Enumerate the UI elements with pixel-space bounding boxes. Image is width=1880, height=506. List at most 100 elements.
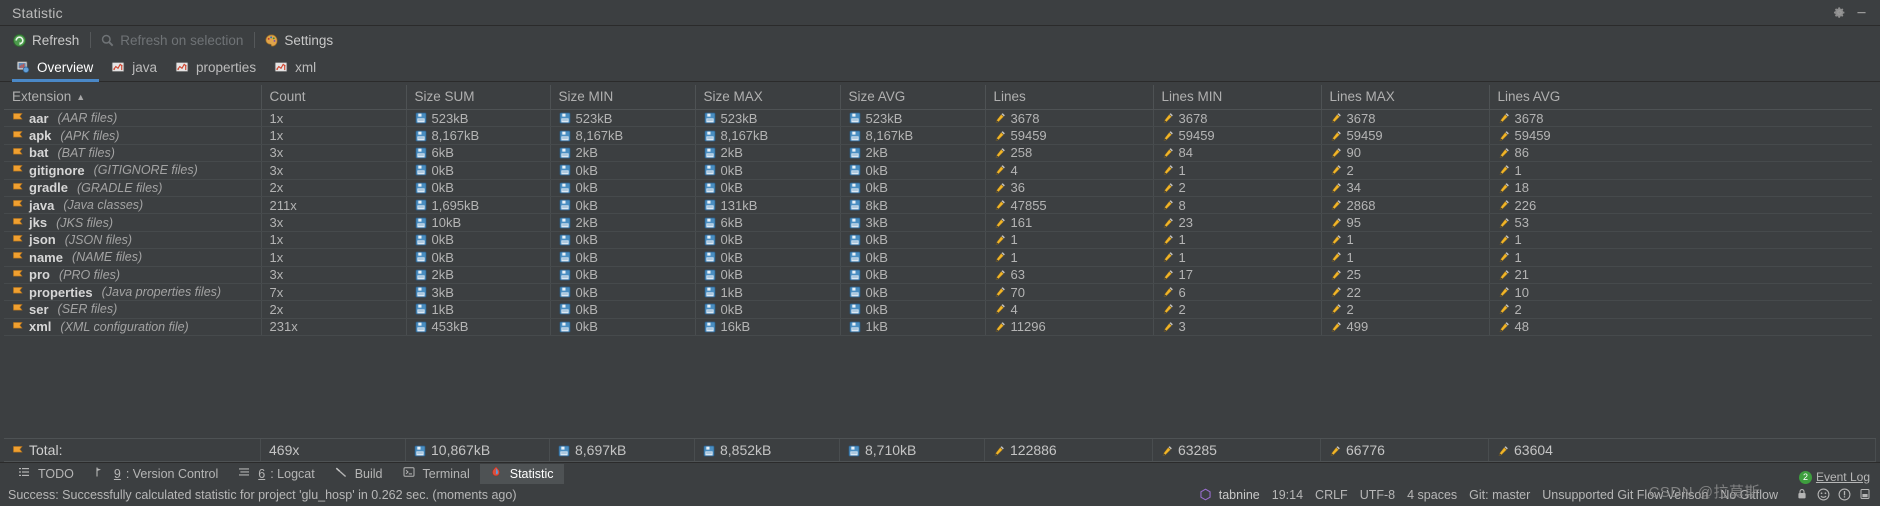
floppy-icon — [559, 147, 571, 159]
table-row[interactable]: ser (SER files) 2x 1kB 0kB 0kB 0kB 4 2 2 2 — [4, 300, 1872, 319]
column-header-lines-avg[interactable]: Lines AVG — [1489, 85, 1872, 110]
bottom-bar-label: : Version Control — [125, 466, 219, 481]
count-value: 3x — [269, 215, 284, 231]
size-min-value: 0kB — [575, 232, 598, 248]
table-row[interactable]: name (NAME files) 1x 0kB 0kB 0kB 0kB 1 1 1 1 — [4, 248, 1872, 267]
lines-min-value: 1 — [1178, 249, 1186, 265]
status-git-branch[interactable]: Git: master — [1469, 488, 1530, 502]
status-indent[interactable]: 4 spaces — [1407, 488, 1457, 502]
table-row[interactable]: bat (BAT files) 3x 6kB 2kB 2kB 2kB 258 84 90 86 — [4, 144, 1872, 163]
cell-lines-max: 3678 — [1321, 109, 1490, 128]
status-gitflow[interactable]: No Gitflow — [1720, 488, 1778, 502]
tabnine-indicator[interactable]: tabnine — [1199, 488, 1260, 503]
pencil-icon — [994, 164, 1006, 176]
gear-icon[interactable] — [1828, 2, 1850, 24]
size-max-value: 1kB — [720, 284, 743, 300]
floppy-icon — [849, 164, 861, 176]
settings-button[interactable]: Settings — [258, 31, 341, 50]
cell-size-avg: 0kB — [840, 283, 986, 302]
column-header-size-avg[interactable]: Size AVG — [840, 85, 986, 110]
cell-size-max: 6kB — [695, 213, 841, 232]
column-header-extension[interactable]: Extension ▲ — [4, 85, 262, 110]
column-header-lines-min[interactable]: Lines MIN — [1153, 85, 1322, 110]
size-sum-value: 0kB — [431, 232, 454, 248]
bottom-bar-item-version-control[interactable]: 9 : Version Control — [84, 464, 228, 484]
table-row[interactable]: properties (Java properties files) 7x 3kB 0k… — [4, 283, 1872, 302]
table-row[interactable]: jks (JKS files) 3x 10kB 2kB 6kB 3kB 161 23 95 53 — [4, 213, 1872, 232]
flag-icon — [12, 130, 24, 142]
cell-lines: 4 — [985, 300, 1154, 319]
bottom-bar-item-logcat[interactable]: 6: Logcat — [228, 464, 324, 484]
pencil-icon — [1162, 269, 1174, 281]
bottom-bar-shortcut: 9 — [113, 466, 121, 481]
table-row[interactable]: json (JSON files) 1x 0kB 0kB 0kB 0kB 1 1 1 1 — [4, 231, 1872, 250]
status-encoding[interactable]: UTF-8 — [1360, 488, 1395, 502]
column-header-size-sum[interactable]: Size SUM — [406, 85, 551, 110]
extension-name: json — [29, 232, 56, 248]
tab-overview[interactable]: Overview — [10, 55, 105, 82]
minimize-icon[interactable] — [1850, 2, 1872, 24]
size-avg-value: 0kB — [865, 249, 888, 265]
floppy-icon — [558, 444, 570, 457]
cell-size-max: 1kB — [695, 283, 841, 302]
pencil-icon — [1498, 286, 1510, 298]
lines-value: 36 — [1010, 180, 1025, 196]
lock-icon[interactable] — [1796, 488, 1811, 503]
title-bar: Statistic — [0, 0, 1880, 26]
tab-properties[interactable]: properties — [169, 55, 268, 81]
tab-xml-label: xml — [295, 59, 317, 75]
cell-size-max: 0kB — [695, 231, 841, 250]
chart-icon — [274, 60, 289, 75]
table-row[interactable]: pro (PRO files) 3x 2kB 0kB 0kB 0kB 63 17 25 21 — [4, 266, 1872, 284]
cell-lines-min: 59459 — [1153, 126, 1322, 145]
lines-max-value: 22 — [1346, 284, 1361, 300]
status-line-separator[interactable]: CRLF — [1315, 488, 1348, 502]
sort-ascending-icon: ▲ — [76, 92, 86, 103]
column-header-lines[interactable]: Lines — [985, 85, 1154, 110]
hammer-icon — [335, 466, 350, 481]
lines-value: 1 — [1010, 249, 1018, 265]
bottom-bar-item-todo[interactable]: TODO — [8, 464, 84, 484]
tab-java[interactable]: java — [105, 55, 169, 81]
cell-size-avg: 0kB — [840, 300, 986, 319]
cell-count: 231x — [261, 318, 407, 337]
bottom-bar-item-statistic[interactable]: Statistic — [479, 463, 564, 484]
column-header-size-min[interactable]: Size MIN — [550, 85, 696, 110]
tab-xml[interactable]: xml — [268, 55, 328, 81]
event-log-indicator[interactable]: 2 Event Log — [1798, 470, 1870, 484]
floppy-icon — [849, 251, 861, 263]
pencil-icon — [1498, 217, 1510, 229]
alert-icon[interactable] — [1838, 488, 1853, 503]
pencil-icon — [1498, 321, 1510, 333]
cell-lines-max: 90 — [1321, 144, 1490, 163]
bottom-bar-item-build[interactable]: Build — [325, 464, 393, 484]
table-row[interactable]: gitignore (GITIGNORE files) 3x 0kB 0kB 0kB 0kB… — [4, 161, 1872, 180]
total-size-min-cell: 8,697kB — [550, 439, 695, 461]
cell-lines-min: 17 — [1153, 266, 1322, 284]
table-row[interactable]: aar (AAR files) 1x 523kB 523kB 523kB 523kB 3678… — [4, 109, 1872, 128]
table-row[interactable]: xml (XML configuration file) 231x 453kB 0kB 1… — [4, 318, 1872, 337]
pencil-icon — [1162, 147, 1174, 159]
refresh-button[interactable]: Refresh — [6, 31, 87, 50]
lines-value: 161 — [1010, 215, 1033, 231]
toolbar-separator-1 — [90, 32, 92, 48]
count-value: 231x — [269, 319, 298, 335]
lines-avg-value: 3678 — [1514, 110, 1544, 126]
window-title: Statistic — [12, 4, 63, 21]
statistic-table-container[interactable]: Extension ▲ Count Size SUM Size MIN Size … — [0, 82, 1880, 438]
column-header-count[interactable]: Count — [261, 85, 407, 110]
pencil-icon — [1498, 199, 1510, 211]
cell-size-avg: 0kB — [840, 266, 986, 284]
bottom-bar-item-terminal[interactable]: Terminal — [393, 464, 480, 484]
cell-lines-min: 3 — [1153, 318, 1322, 337]
cell-size-min: 0kB — [550, 161, 696, 180]
column-header-size-max[interactable]: Size MAX — [695, 85, 841, 110]
size-sum-value: 453kB — [431, 319, 469, 335]
table-row[interactable]: java (Java classes) 211x 1,695kB 0kB 131kB 8kB… — [4, 196, 1872, 215]
table-row[interactable]: apk (APK files) 1x 8,167kB 8,167kB 8,167kB 8,1… — [4, 126, 1872, 145]
smiley-icon[interactable] — [1817, 488, 1832, 503]
column-header-lines-max[interactable]: Lines MAX — [1321, 85, 1490, 110]
memory-indicator-icon[interactable] — [1859, 488, 1874, 503]
cell-size-min: 0kB — [550, 179, 696, 197]
table-row[interactable]: gradle (GRADLE files) 2x 0kB 0kB 0kB 0kB 36 2 34 1… — [4, 179, 1872, 197]
